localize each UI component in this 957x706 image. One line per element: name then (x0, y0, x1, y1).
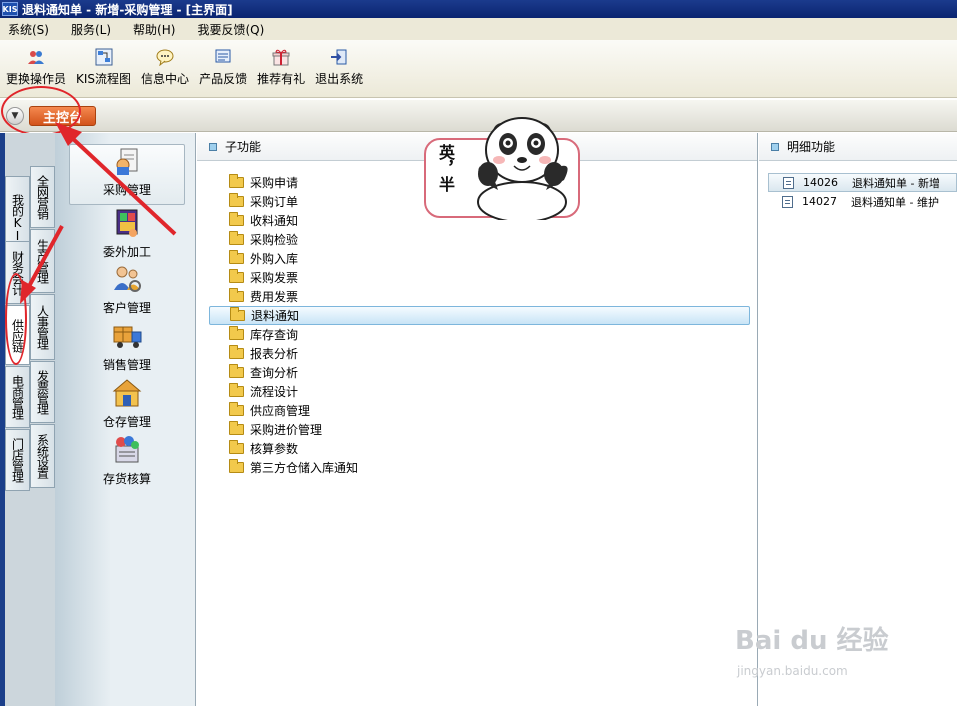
sub-item-accounting-parameters[interactable]: 核算参数 (209, 439, 750, 458)
sub-item-supplier-management[interactable]: 供应商管理 (209, 401, 750, 420)
vtab-production[interactable]: 生产管理 (30, 229, 55, 293)
vertical-tab-bar: 我的KIS 全网营销 财务会计 生产管理 供应链 人事管理 电商管理 发票管理 … (5, 133, 55, 706)
sub-item-report-analysis[interactable]: 报表分析 (209, 344, 750, 363)
referral-gift-button[interactable]: 推荐有礼 (257, 40, 305, 97)
menu-bar: 系统(S) 服务(L) 帮助(H) 我要反馈(Q) (0, 18, 957, 40)
exit-system-button[interactable]: 退出系统 (315, 40, 363, 97)
toolbar: 更换操作员 KIS流程图 信息中心 产品反馈 推荐有礼 退出系统 (0, 40, 957, 98)
vtab-marketing[interactable]: 全网营销 (30, 166, 55, 228)
title-bar: KIS 退料通知单 - 新增-采购管理 - [主界面] (0, 0, 957, 18)
annotation-circle (1, 86, 81, 136)
panda-sticker: 英，半 (424, 110, 580, 220)
folder-icon (229, 440, 244, 454)
gift-icon (272, 48, 290, 66)
module-outsource[interactable]: 委外加工 (69, 207, 185, 263)
sub-item-purchase-invoice[interactable]: 采购发票 (209, 268, 750, 287)
info-center-button[interactable]: 信息中心 (141, 40, 189, 97)
module-purchase[interactable]: 采购管理 (69, 144, 185, 205)
flowchart-icon (95, 48, 113, 66)
module-warehouse[interactable]: 仓存管理 (69, 377, 185, 433)
folder-icon (229, 459, 244, 473)
folder-icon (229, 193, 244, 207)
document-icon (782, 195, 793, 208)
folder-icon (229, 174, 244, 188)
kis-logo: KIS (2, 2, 18, 16)
sub-function-title: 子功能 (225, 140, 262, 154)
folder-icon (229, 250, 244, 264)
vtab-hr[interactable]: 人事管理 (30, 294, 55, 360)
vtab-store[interactable]: 门店管理 (5, 429, 30, 491)
folder-icon (229, 231, 244, 245)
folder-icon (229, 402, 244, 416)
folder-icon (229, 364, 244, 378)
menu-system[interactable]: 系统(S) (8, 21, 49, 38)
bullet-icon (209, 142, 217, 151)
inventory-icon (111, 434, 143, 466)
sub-item-query-analysis[interactable]: 查询分析 (209, 363, 750, 382)
customer-icon (111, 263, 143, 295)
message-icon (156, 48, 174, 66)
menu-help[interactable]: 帮助(H) (133, 21, 175, 38)
warehouse-icon (111, 377, 143, 409)
vtab-invoice[interactable]: 发票管理 (30, 361, 55, 423)
operator-icon (27, 48, 45, 66)
sub-item-return-notice[interactable]: 退料通知 (209, 306, 750, 325)
module-sales[interactable]: 销售管理 (69, 320, 185, 376)
folder-icon (229, 212, 244, 226)
sub-item-process-design[interactable]: 流程设计 (209, 382, 750, 401)
menu-feedback[interactable]: 我要反馈(Q) (197, 21, 264, 38)
sub-item-purchase-price-management[interactable]: 采购进价管理 (209, 420, 750, 439)
sales-icon (111, 320, 143, 352)
folder-open-icon (230, 307, 245, 321)
sticker-text: 英，半 (436, 144, 455, 192)
detail-function-header: 明细功能 (759, 133, 957, 161)
annotation-circle-vertical (5, 273, 27, 365)
window-title: 退料通知单 - 新增-采购管理 - [主界面] (22, 2, 233, 17)
product-feedback-button[interactable]: 产品反馈 (199, 40, 247, 97)
module-inventory[interactable]: 存货核算 (69, 434, 185, 490)
sub-item-third-party-warehouse-notice[interactable]: 第三方仓储入库通知 (209, 458, 750, 477)
sub-item-outsourced-receipt[interactable]: 外购入库 (209, 249, 750, 268)
folder-icon (229, 383, 244, 397)
flowchart-button[interactable]: KIS流程图 (76, 40, 131, 97)
baidu-watermark: Bai du 经验 (735, 626, 889, 656)
vtab-ecommerce[interactable]: 电商管理 (5, 366, 30, 428)
menu-service[interactable]: 服务(L) (71, 21, 111, 38)
vtab-system-settings[interactable]: 系统设置 (30, 424, 55, 488)
sub-item-expense-invoice[interactable]: 费用发票 (209, 287, 750, 306)
module-customer[interactable]: 客户管理 (69, 263, 185, 319)
baidu-watermark-url: jingyan.baidu.com (737, 664, 848, 678)
sub-item-stock-query[interactable]: 库存查询 (209, 325, 750, 344)
detail-item-return-notice-new[interactable]: 14026 退料通知单 - 新增 (768, 173, 957, 192)
feedback-icon (214, 48, 232, 66)
folder-icon (229, 288, 244, 302)
document-icon (783, 176, 794, 189)
purchase-icon (111, 145, 143, 177)
bullet-icon (771, 142, 779, 151)
detail-function-title: 明细功能 (787, 140, 836, 154)
detail-item-return-notice-maintain[interactable]: 14027 退料通知单 - 维护 (768, 192, 957, 211)
exit-icon (330, 48, 348, 66)
folder-icon (229, 421, 244, 435)
folder-icon (229, 269, 244, 283)
detail-function-list: 14026 退料通知单 - 新增 14027 退料通知单 - 维护 (768, 173, 957, 211)
module-panel: 采购管理 委外加工 客户管理 销售管理 仓存管理 存货核算 (55, 133, 196, 706)
folder-icon (229, 345, 244, 359)
folder-icon (229, 326, 244, 340)
sub-item-purchase-inspection[interactable]: 采购检验 (209, 230, 750, 249)
outsource-icon (111, 207, 143, 239)
